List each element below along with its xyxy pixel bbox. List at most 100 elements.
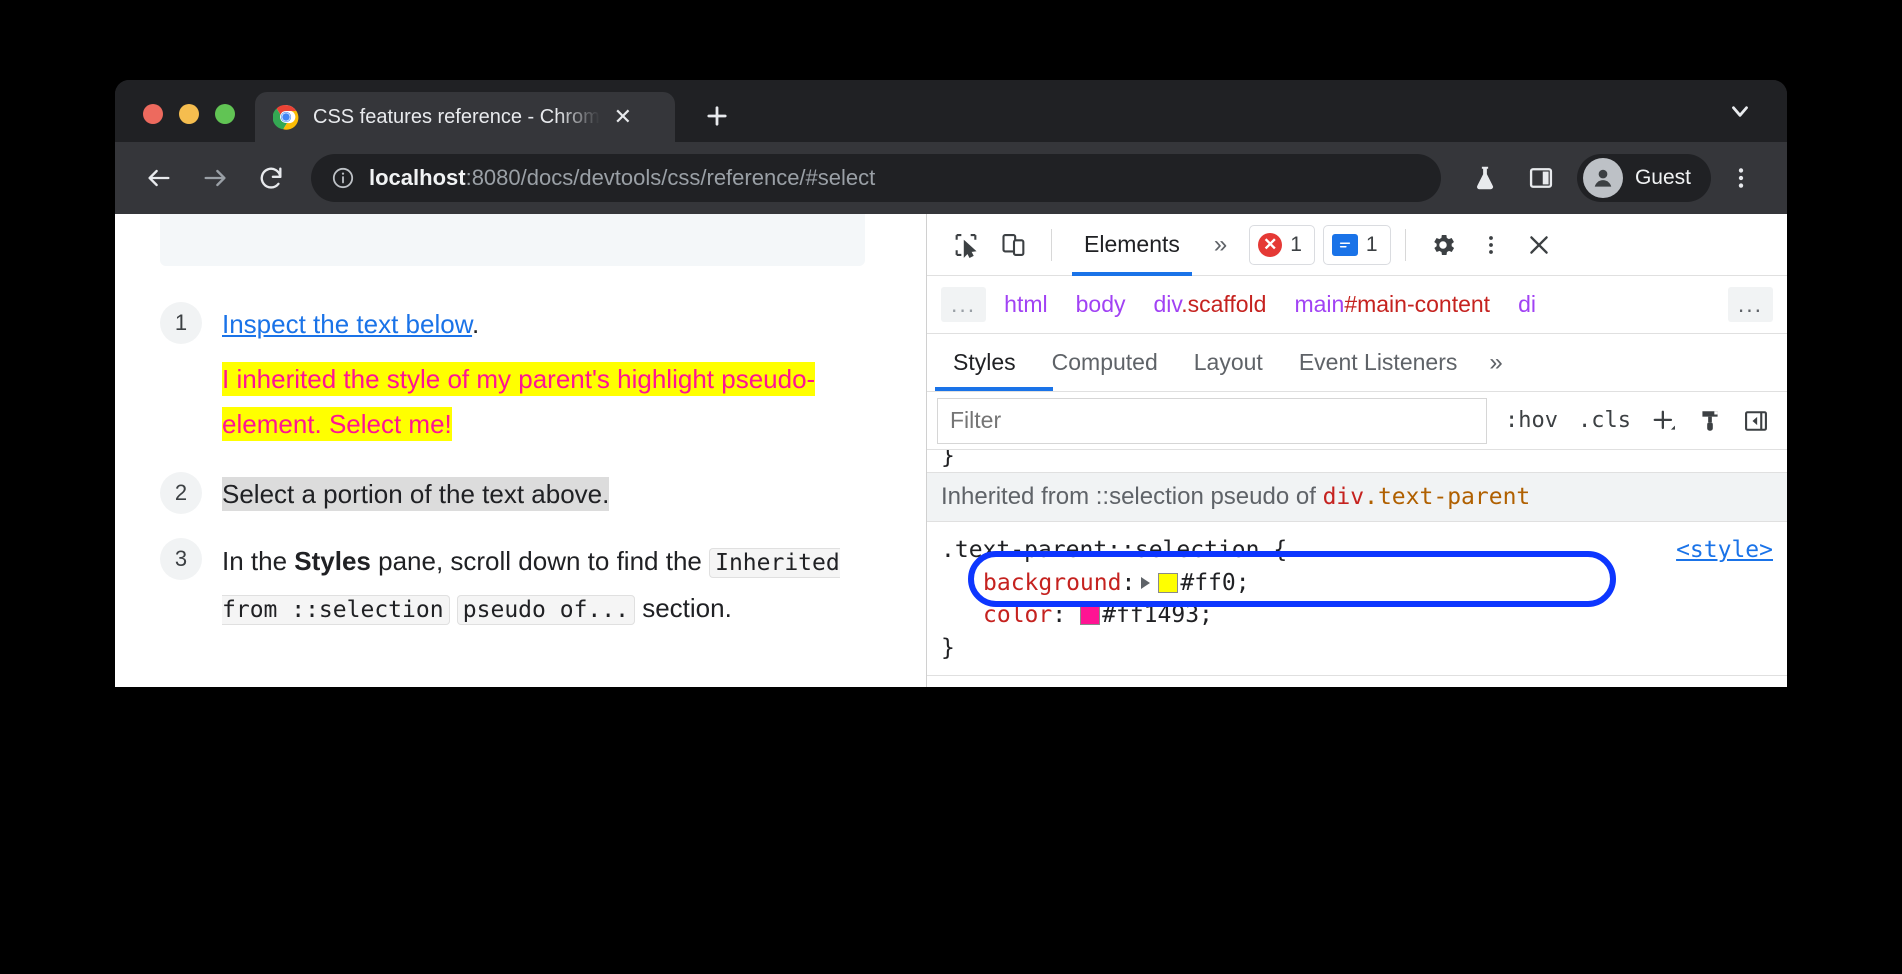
browser-window: CSS features reference - Chrom ✕ [115,80,1787,687]
address-bar[interactable]: localhost:8080/docs/devtools/css/referen… [311,154,1441,202]
step-content: Inspect the text below. I inherited the … [222,302,896,448]
breadcrumb-id: #main-content [1344,291,1490,317]
browser-tab[interactable]: CSS features reference - Chrom ✕ [255,92,675,142]
error-count: 1 [1290,233,1302,257]
screenshot-root: CSS features reference - Chrom ✕ [0,0,1902,974]
rule-separator [927,675,1787,676]
styles-pane-tabs: Styles Computed Layout Event Listeners » [927,334,1787,392]
breadcrumb-item-main-content[interactable]: main#main-content [1284,287,1500,322]
web-page-content: 1 Inspect the text below. I inherited th… [115,214,927,687]
avatar [1583,158,1623,198]
devtools-toolbar: Elements » ✕ 1 1 [927,214,1787,276]
forward-button[interactable] [189,152,241,204]
color-swatch-pink[interactable] [1080,605,1100,625]
new-tab-button[interactable] [693,92,741,140]
three-dot-menu-icon[interactable] [1715,152,1767,204]
partial-rule-close-brace: } [927,450,1787,472]
breadcrumb-item-body[interactable]: body [1066,287,1136,322]
page-info-icon[interactable] [331,166,355,190]
breadcrumb-item-truncated[interactable]: di [1508,287,1546,322]
subtabs-overflow-icon[interactable]: » [1475,349,1516,377]
selected-text[interactable]: Select a portion of the text above. [222,477,609,511]
style-source-link[interactable]: <style> [1676,534,1773,567]
tab-close-button[interactable]: ✕ [610,104,636,130]
css-rule-block[interactable]: <style> .text-parent::selection { backgr… [927,522,1787,665]
css-property-name[interactable]: background [941,570,1121,596]
back-button[interactable] [133,152,185,204]
chevron-down-icon[interactable] [1723,94,1757,128]
breadcrumb: ... html body div.scaffold main#main-con… [927,276,1787,334]
breadcrumb-lead-ellipsis[interactable]: ... [941,287,986,322]
maximize-window-button[interactable] [215,104,235,124]
steps-list: 1 Inspect the text below. I inherited th… [160,302,896,645]
inherited-from-label: Inherited from ::selection pseudo of [941,483,1323,510]
new-style-rule-button[interactable] [1641,398,1687,444]
tab-computed[interactable]: Computed [1034,334,1176,392]
breadcrumb-trail-ellipsis[interactable]: ... [1728,287,1773,322]
step-1: 1 Inspect the text below. I inherited th… [160,302,896,448]
css-colon: : [1052,602,1066,628]
step-number: 3 [160,538,202,580]
gear-icon[interactable] [1420,222,1466,268]
step-content: Select a portion of the text above. [222,472,896,517]
css-rule-close-brace: } [941,632,1773,665]
breadcrumb-tag: body [1076,291,1126,317]
tabs-overflow-icon[interactable]: » [1200,231,1241,259]
step-3: 3 In the Styles pane, scroll down to fin… [160,538,896,631]
css-colon: : [1121,570,1135,596]
message-count: 1 [1366,233,1378,257]
breadcrumb-tag: div [1154,291,1182,317]
css-property-name[interactable]: color [941,602,1052,628]
url-path: :8080/docs/devtools/css/reference/#selec… [466,165,876,190]
step-content: In the Styles pane, scroll down to find … [222,538,896,631]
profile-name: Guest [1635,166,1691,190]
url-host: localhost [369,165,466,190]
styles-pane-body: } Inherited from ::selection pseudo of d… [927,450,1787,687]
chrome-favicon-icon [273,104,299,130]
tab-layout[interactable]: Layout [1176,334,1281,392]
css-declaration-color[interactable]: color: #ff1493; [941,599,1773,632]
tab-elements[interactable]: Elements [1066,214,1198,276]
window-traffic-lights [115,104,255,142]
css-declaration-background[interactable]: background: #ff0; [941,567,1773,600]
breadcrumb-tag: di [1518,291,1536,317]
sidebar-toggle-icon[interactable] [1733,398,1779,444]
color-swatch-yellow[interactable] [1158,573,1178,593]
side-panel-icon[interactable] [1515,152,1567,204]
highlighted-paragraph[interactable]: I inherited the style of my parent's hig… [222,362,815,442]
inherited-source-class: .text-parent [1364,484,1530,510]
minimize-window-button[interactable] [179,104,199,124]
css-property-value[interactable]: #ff1493; [1102,602,1213,628]
message-count-badge[interactable]: 1 [1323,225,1391,265]
profile-button[interactable]: Guest [1577,154,1711,202]
reload-button[interactable] [245,152,297,204]
devtools-panel: Elements » ✕ 1 1 [927,214,1787,687]
error-count-badge[interactable]: ✕ 1 [1249,225,1315,265]
message-icon [1332,234,1358,256]
page-top-block [160,214,865,266]
search-input[interactable] [937,398,1487,444]
close-window-button[interactable] [143,104,163,124]
breadcrumb-item-html[interactable]: html [994,287,1057,322]
hov-button[interactable]: :hov [1495,408,1568,433]
step-1-period: . [472,309,479,339]
breadcrumb-item-div-scaffold[interactable]: div.scaffold [1144,287,1277,322]
device-toolbar-icon[interactable] [991,222,1037,268]
three-dot-menu-icon[interactable] [1468,222,1514,268]
inspect-text-link[interactable]: Inspect the text below [222,309,472,339]
tab-styles[interactable]: Styles [935,334,1034,392]
step-number: 2 [160,472,202,514]
css-property-value[interactable]: #ff0; [1180,570,1249,596]
paintbrush-icon[interactable] [1687,398,1733,444]
cls-button[interactable]: .cls [1568,408,1641,433]
expand-triangle-icon[interactable] [1141,577,1150,589]
tab-title: CSS features reference - Chrom [313,106,600,129]
flask-icon[interactable] [1459,152,1511,204]
tab-event-listeners[interactable]: Event Listeners [1281,334,1476,392]
inherited-from-section-header[interactable]: Inherited from ::selection pseudo of div… [927,472,1787,522]
close-icon[interactable] [1516,222,1562,268]
inspect-element-icon[interactable] [943,222,989,268]
tab-strip: CSS features reference - Chrom ✕ [115,80,1787,142]
step-3-part3: section. [635,593,732,623]
css-selector[interactable]: .text-parent::selection { [941,534,1773,567]
